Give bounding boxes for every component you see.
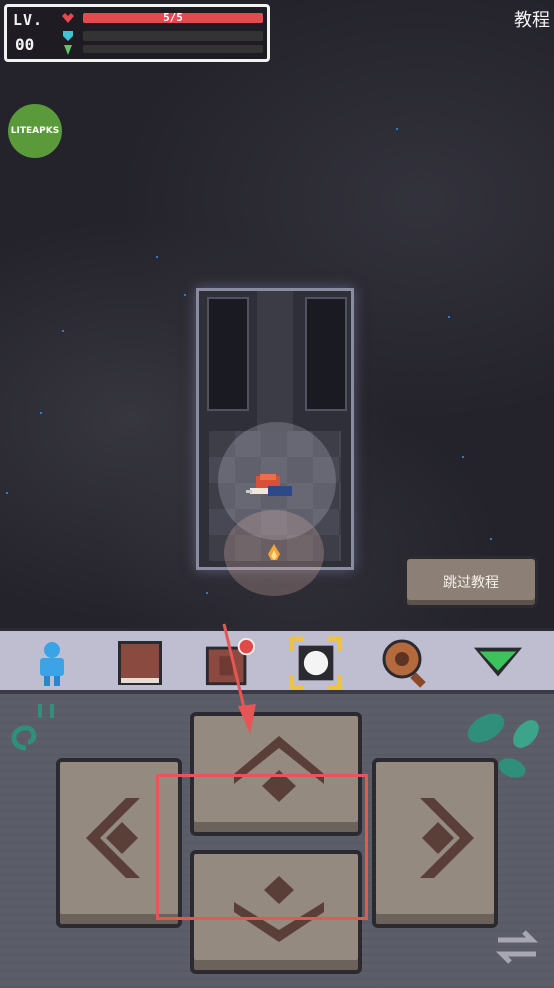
- page-title: 教程: [514, 10, 550, 31]
- hp-text: 5/5: [163, 11, 183, 24]
- shield-bar: [83, 31, 263, 41]
- campfire-icon: [268, 544, 280, 560]
- swap-icon[interactable]: [494, 926, 540, 968]
- level-label: LV.: [13, 11, 44, 29]
- inspect-button[interactable]: [380, 639, 432, 688]
- vine-decoration-icon: [11, 704, 54, 751]
- energy-icon: [64, 45, 72, 55]
- magnifier-icon: [382, 639, 426, 688]
- chevron-right-icon: [420, 798, 474, 878]
- chevron-left-icon: [86, 798, 140, 878]
- collapse-button[interactable]: [472, 639, 524, 687]
- tutorial-highlight-box: [156, 774, 368, 920]
- backpack-icon: [205, 637, 256, 686]
- hp-bar: 5/5: [83, 11, 263, 24]
- status-panel: LV. 00 5/5: [4, 4, 270, 62]
- backpack-button[interactable]: [204, 637, 256, 687]
- heart-icon: [62, 13, 74, 23]
- game-scene: LV. 00 5/5 教程 LITEAPKS 跳过教程: [0, 0, 554, 628]
- move-right-button[interactable]: [372, 758, 498, 928]
- skip-tutorial-button[interactable]: 跳过教程: [404, 556, 538, 608]
- toolbar: [0, 628, 554, 694]
- collapse-arrow-icon: [473, 647, 523, 677]
- journal-button[interactable]: [114, 639, 166, 687]
- book-icon: [118, 641, 162, 685]
- center-target-icon: [290, 636, 342, 690]
- watermark-badge: LITEAPKS: [8, 104, 62, 158]
- player-character: [246, 474, 292, 496]
- character-button[interactable]: [26, 639, 78, 687]
- level-value: 00: [15, 35, 35, 54]
- center-target-button[interactable]: [290, 636, 342, 690]
- shield-icon: [63, 31, 73, 41]
- character-icon: [40, 642, 64, 686]
- energy-bar: [83, 45, 263, 53]
